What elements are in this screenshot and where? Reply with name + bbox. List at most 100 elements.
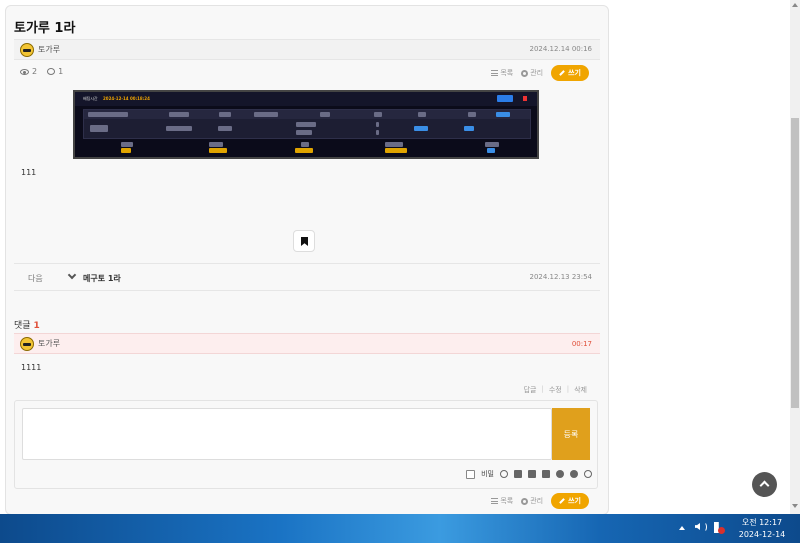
screenshot-cell	[121, 142, 133, 147]
screenshot-cell	[209, 142, 223, 147]
gear-icon	[521, 497, 529, 505]
screenshot-cell	[374, 112, 382, 117]
comment-count-value: 1	[58, 67, 64, 76]
edit-button[interactable]: 수정	[549, 385, 562, 395]
screenshot-cell	[301, 142, 309, 147]
scroll-up-icon[interactable]	[792, 3, 798, 7]
post-body: 111	[21, 168, 37, 177]
write-button[interactable]: 쓰기	[551, 65, 589, 81]
chevron-down-icon	[67, 270, 77, 280]
secret-label: 비밀	[481, 470, 494, 478]
post-card: 토가루 1라 토가루 2024.12.14 00:16 2 1 목록 관리 쓰기	[5, 5, 609, 515]
comment-count: 1	[47, 67, 63, 76]
network-error-icon	[718, 527, 725, 534]
scroll-to-top-button[interactable]	[752, 472, 777, 497]
footer-list-button[interactable]: 목록	[491, 496, 513, 506]
comment-body: 1111	[21, 363, 42, 372]
screenshot-cell	[464, 126, 474, 131]
minus-circle-icon[interactable]	[570, 470, 578, 478]
refresh-icon[interactable]	[584, 470, 592, 478]
next-post-date: 2024.12.13 23:54	[529, 273, 592, 281]
screenshot-cell	[487, 148, 495, 153]
speaker-waves-icon	[701, 522, 707, 532]
vertical-scrollbar[interactable]	[790, 0, 800, 514]
footer-actions: 목록 관리 쓰기	[491, 493, 589, 509]
pencil-icon	[559, 498, 565, 504]
eye-icon	[20, 68, 29, 75]
screenshot-table	[83, 109, 531, 139]
pencil-icon	[559, 70, 565, 76]
comments-count: 1	[33, 321, 40, 331]
secret-checkbox[interactable]	[466, 469, 476, 479]
screenshot-summary	[83, 142, 531, 156]
screenshot-button	[497, 95, 513, 102]
comment-textarea[interactable]	[22, 408, 552, 460]
bookmark-button[interactable]	[293, 230, 315, 252]
taskbar: 오전 12:17 2024-12-14	[0, 514, 800, 543]
taskbar-clock[interactable]: 오전 12:17 2024-12-14	[732, 517, 792, 541]
comment-icon	[47, 68, 56, 75]
bookmark-icon	[301, 237, 308, 246]
next-post-title[interactable]: 메구토 1라	[83, 273, 121, 284]
flag-icon[interactable]	[514, 470, 522, 478]
list-button[interactable]: 목록	[491, 68, 513, 78]
delete-button[interactable]: 삭제	[574, 385, 587, 395]
screenshot-time-value: 2024-12-14 00:18:24	[103, 96, 150, 101]
footer-manage-label: 관리	[530, 497, 544, 505]
screenshot-cell	[385, 142, 403, 147]
trash-icon	[523, 96, 527, 101]
list-label: 목록	[500, 69, 514, 77]
screenshot-cell	[496, 112, 510, 117]
comment-author[interactable]: 토가루	[38, 338, 60, 349]
view-count: 2	[20, 67, 37, 76]
screenshot-cell	[485, 142, 499, 147]
comment-header: 토가루 00:17	[14, 333, 600, 354]
speaker-icon[interactable]	[695, 523, 700, 530]
avatar	[20, 337, 34, 351]
manage-button[interactable]: 관리	[521, 68, 543, 78]
tray-expand-icon[interactable]	[679, 526, 685, 530]
screenshot-cell	[166, 126, 192, 131]
footer-manage-button[interactable]: 관리	[521, 496, 543, 506]
emoji-icon[interactable]	[500, 470, 508, 478]
reply-button[interactable]: 답글	[524, 385, 537, 395]
editor-toolbar: 비밀	[466, 469, 592, 479]
submit-button[interactable]: 등록	[552, 408, 590, 460]
next-post-row[interactable]: 다음 메구토 1라 2024.12.13 23:54	[14, 263, 600, 291]
footer-write-button[interactable]: 쓰기	[551, 493, 589, 509]
divider: |	[541, 385, 544, 393]
screenshot-cell	[218, 126, 232, 131]
screenshot-cell	[468, 112, 476, 117]
screenshot-cell	[90, 125, 108, 132]
list-icon	[491, 70, 499, 76]
video-icon[interactable]	[528, 470, 536, 478]
screenshot-cell	[414, 126, 428, 131]
scroll-down-icon[interactable]	[792, 504, 798, 508]
view-count-value: 2	[32, 67, 38, 76]
post-author[interactable]: 토가루	[38, 44, 60, 55]
screenshot-cell	[295, 148, 313, 153]
post-title: 토가루 1라	[14, 21, 76, 36]
image-icon[interactable]	[542, 470, 550, 478]
scrollbar-thumb[interactable]	[791, 118, 799, 408]
screenshot-cell	[169, 112, 189, 117]
screenshot-cell	[219, 112, 231, 117]
clock-date: 2024-12-14	[738, 530, 786, 539]
screenshot-cell	[209, 148, 227, 153]
screenshot-cell	[254, 112, 278, 117]
comments-heading-label: 댓글	[14, 321, 31, 331]
plus-circle-icon[interactable]	[556, 470, 564, 478]
clock-time: 오전 12:17	[741, 518, 783, 527]
manage-label: 관리	[530, 69, 544, 77]
screenshot-cell	[296, 130, 312, 135]
screenshot-cell	[121, 148, 131, 153]
post-author-row: 토가루 2024.12.14 00:16	[14, 39, 600, 60]
footer-write-label: 쓰기	[568, 497, 581, 505]
write-label: 쓰기	[568, 69, 581, 77]
screenshot-table-header	[84, 110, 530, 119]
divider: |	[566, 385, 570, 393]
post-actions: 목록 관리 쓰기	[491, 65, 589, 81]
next-label: 다음	[28, 274, 43, 283]
comment-time: 00:17	[571, 340, 592, 348]
screenshot-time-label: 배팅시간	[83, 96, 98, 101]
